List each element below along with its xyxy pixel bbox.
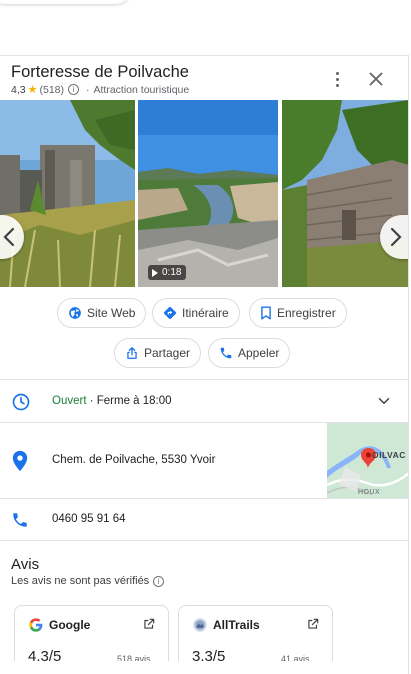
globe-icon [69, 307, 81, 319]
hours-text: Ouvert · Ferme à 18:00 [52, 395, 172, 407]
divider [0, 540, 408, 541]
share-icon [127, 347, 137, 359]
info-icon[interactable]: i [68, 84, 79, 95]
google-logo-icon [29, 618, 43, 632]
top-background [0, 0, 411, 55]
call-label: Appeler [238, 346, 280, 360]
open-status: Ouvert [52, 395, 87, 407]
hours-row[interactable]: Ouvert · Ferme à 18:00 [0, 379, 408, 422]
alltrails-logo-icon [193, 618, 207, 632]
place-category: Attraction touristique [93, 83, 190, 96]
closing-time: · Ferme à 18:00 [86, 395, 172, 407]
share-button[interactable]: Partager [114, 338, 202, 368]
call-button[interactable]: Appeler [208, 338, 291, 368]
place-header: Forteresse de Poilvache 4,3 ★ (518) i · … [0, 56, 408, 98]
bookmark-icon [261, 306, 271, 320]
directions-icon [163, 306, 177, 320]
reviews-disclaimer-text: Les avis ne sont pas vérifiés [11, 575, 150, 587]
share-label: Partager [144, 346, 191, 360]
rating-line: 4,3 ★ (518) i · Attraction touristique [11, 83, 190, 97]
map-label-top: OILVAC [372, 450, 406, 460]
chevron-down-icon[interactable] [375, 392, 393, 410]
more-options-icon[interactable] [329, 68, 347, 90]
video-duration: 0:18 [162, 267, 182, 278]
carousel-next-button[interactable] [380, 215, 408, 259]
play-icon [152, 268, 158, 277]
info-icon[interactable]: i [153, 575, 165, 587]
save-button[interactable]: Enregistrer [249, 298, 347, 328]
video-duration-badge: 0:18 [148, 265, 187, 280]
close-icon[interactable] [364, 67, 388, 91]
search-pill-edge [0, 0, 130, 4]
chevron-left-icon [3, 227, 15, 247]
website-label: Site Web [87, 306, 136, 320]
reviews-disclaimer: Les avis ne sont pas vérifiés i [11, 575, 165, 587]
map-thumbnail[interactable]: OILVAC HOUX [327, 423, 408, 498]
star-icon: ★ [27, 84, 38, 96]
open-external-icon [308, 618, 319, 629]
open-external-icon [144, 618, 155, 629]
place-panel: Forteresse de Poilvache 4,3 ★ (518) i · … [0, 55, 409, 674]
photo-carousel: 0:18 [0, 100, 408, 287]
chevron-right-icon [390, 227, 402, 247]
website-button[interactable]: Site Web [57, 298, 147, 328]
phone-number: 0460 95 91 64 [52, 513, 126, 525]
rating-value: 4,3 [11, 83, 26, 96]
separator-dot: · [86, 83, 90, 96]
address-row[interactable]: Chem. de Poilvache, 5530 Yvoir OILVAC HO… [0, 422, 408, 498]
review-source-name: AllTrails [213, 618, 260, 632]
location-pin-icon [12, 450, 28, 472]
scroll-cutoff [0, 661, 408, 674]
review-source-name: Google [49, 618, 91, 632]
save-label: Enregistrer [277, 306, 336, 320]
directions-label: Itinéraire [182, 306, 229, 320]
review-count[interactable]: (518) [39, 84, 64, 96]
phone-icon [220, 347, 232, 359]
carousel-prev-button[interactable] [0, 215, 24, 259]
photo-river-video[interactable]: 0:18 [138, 100, 278, 287]
address-text: Chem. de Poilvache, 5530 Yvoir [52, 454, 216, 466]
clock-icon [12, 393, 30, 411]
phone-row[interactable]: 0460 95 91 64 [0, 498, 408, 540]
place-title: Forteresse de Poilvache [11, 63, 189, 81]
phone-icon [13, 513, 27, 527]
map-label-bottom: HOUX [358, 489, 381, 496]
directions-button[interactable]: Itinéraire [152, 298, 240, 328]
reviews-title: Avis [11, 556, 40, 573]
